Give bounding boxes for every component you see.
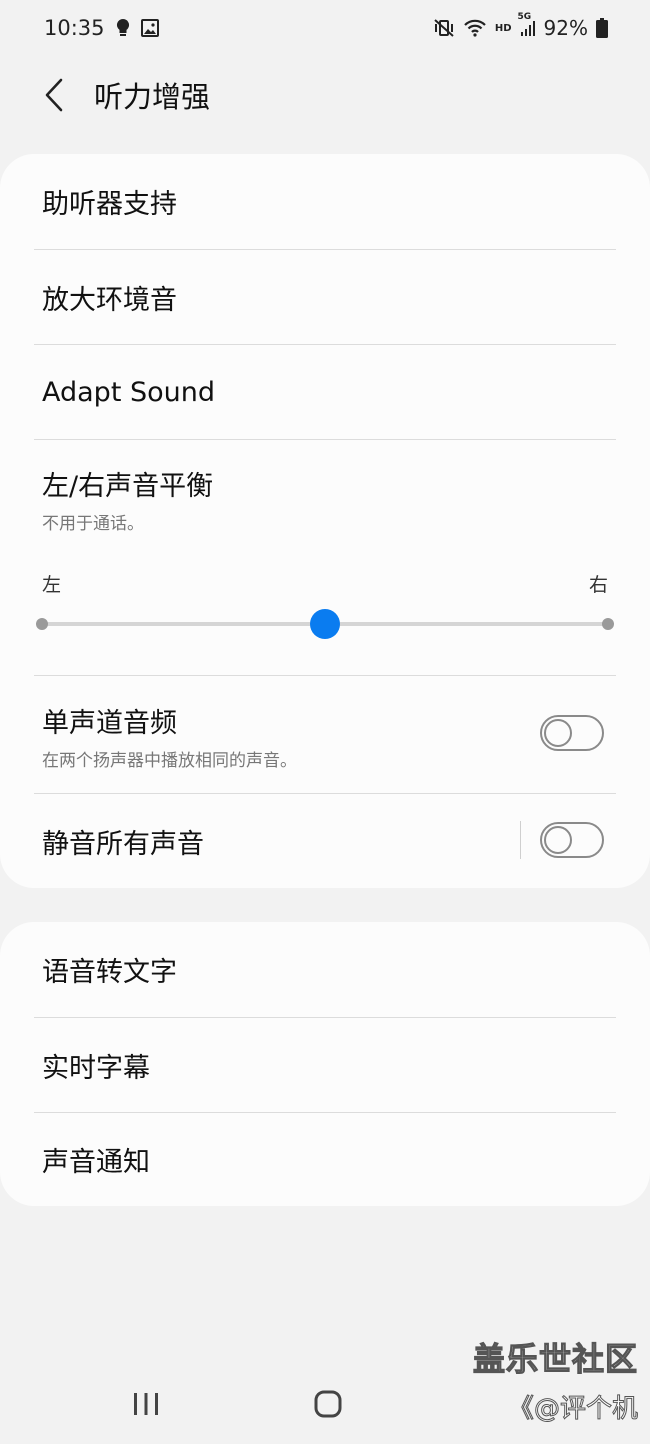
lightbulb-icon — [115, 18, 131, 38]
mute-all-toggle[interactable] — [540, 822, 604, 858]
home-button[interactable] — [298, 1382, 358, 1426]
header: 听力增强 — [0, 60, 650, 130]
slider-right-end — [602, 618, 614, 630]
slider-left-label: 左 — [42, 574, 62, 596]
divider — [34, 439, 616, 440]
balance-slider[interactable] — [36, 609, 614, 639]
balance-subtitle: 不用于通话。 — [42, 514, 144, 534]
image-icon — [140, 19, 159, 37]
vertical-separator — [520, 821, 521, 859]
slider-right-label: 右 — [588, 574, 608, 596]
5g-signal-icon: 5G — [518, 12, 536, 38]
back-arrow-icon — [45, 78, 63, 112]
mute-all-label: 静音所有声音 — [42, 828, 204, 860]
page-title: 听力增强 — [94, 80, 211, 114]
captions-card: 语音转文字 实时字幕 声音通知 — [0, 922, 650, 1206]
status-bar: 10:35 HD 5G 92% — [0, 0, 650, 56]
status-left: 10:35 — [44, 16, 159, 40]
slider-left-end — [36, 618, 48, 630]
mono-audio-subtitle: 在两个扬声器中播放相同的声音。 — [42, 751, 297, 771]
mono-audio-label: 单声道音频 — [42, 708, 177, 739]
balance-item: 左/右声音平衡 不用于通话。 — [34, 464, 616, 534]
battery-icon — [596, 18, 608, 38]
speech-to-text-label: 语音转文字 — [42, 957, 177, 988]
status-right: HD 5G 92% — [433, 12, 608, 40]
balance-slider-labels: 左 右 — [42, 570, 608, 597]
hd-icon: HD — [494, 22, 512, 34]
live-caption-item[interactable]: 实时字幕 — [34, 1018, 616, 1112]
mono-audio-item[interactable]: 单声道音频 在两个扬声器中播放相同的声音。 — [34, 700, 616, 772]
sound-notifications-label: 声音通知 — [42, 1147, 150, 1178]
adapt-sound-label: Adapt Sound — [42, 377, 216, 408]
toggle-knob — [544, 719, 572, 747]
slider-thumb[interactable] — [310, 609, 340, 639]
hearing-aid-support-label: 助听器支持 — [42, 189, 177, 220]
network-label: 5G — [517, 12, 532, 22]
adapt-sound-item[interactable]: Adapt Sound — [34, 345, 616, 440]
recent-apps-button[interactable] — [116, 1382, 176, 1426]
speech-to-text-item[interactable]: 语音转文字 — [34, 922, 616, 1017]
balance-label: 左/右声音平衡 — [42, 471, 214, 502]
sound-notifications-item[interactable]: 声音通知 — [34, 1113, 616, 1206]
divider — [34, 675, 616, 676]
hearing-aid-support-item[interactable]: 助听器支持 — [34, 154, 616, 249]
back-button[interactable] — [24, 65, 84, 125]
home-icon — [314, 1390, 342, 1418]
amplify-ambient-label: 放大环境音 — [42, 285, 177, 316]
battery-percent: 92% — [543, 16, 588, 40]
mute-all-item[interactable]: 静音所有声音 — [34, 794, 616, 888]
mute-vibrate-icon — [433, 18, 455, 38]
recent-apps-icon — [134, 1393, 158, 1415]
amplify-ambient-item[interactable]: 放大环境音 — [34, 250, 616, 345]
mono-audio-toggle[interactable] — [540, 715, 604, 751]
toggle-knob — [544, 826, 572, 854]
wifi-icon — [463, 18, 487, 38]
navigation-bar — [0, 1364, 650, 1444]
hearing-settings-card: 助听器支持 放大环境音 Adapt Sound 左/右声音平衡 不用于通话。 — [0, 154, 650, 888]
live-caption-label: 实时字幕 — [42, 1052, 150, 1084]
status-time: 10:35 — [44, 16, 105, 40]
